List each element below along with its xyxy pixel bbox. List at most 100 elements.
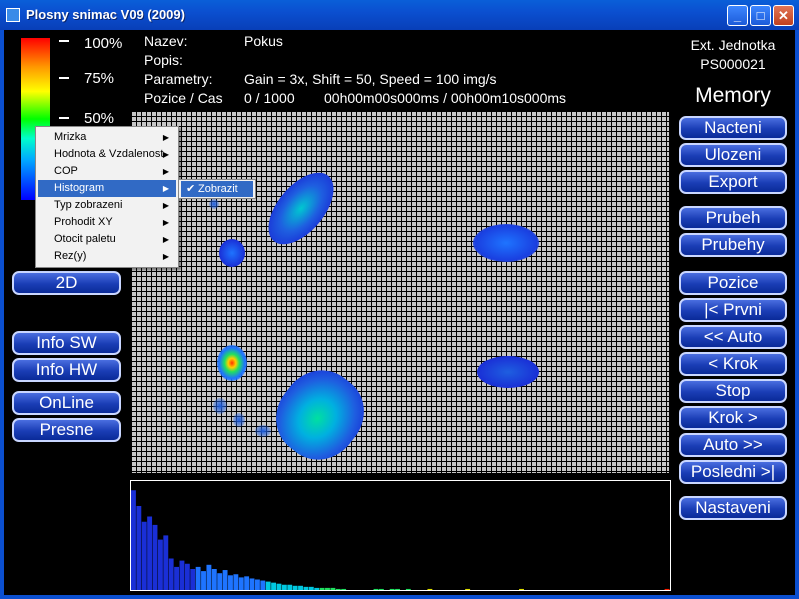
prubehy-button[interactable]: Prubehy — [679, 233, 787, 257]
menu-item-cop[interactable]: COP ▶ — [38, 163, 176, 180]
menu-item-label: Typ zobrazeni — [54, 199, 123, 211]
minimize-button[interactable]: _ — [727, 5, 748, 26]
submenu-arrow-icon: ▶ — [162, 133, 169, 142]
histogram-bar — [136, 506, 142, 590]
info-hw-button[interactable]: Info HW — [12, 358, 121, 382]
pressure-map[interactable] — [131, 111, 669, 473]
parametry-value: Gain = 3x, Shift = 50, Speed = 100 img/s — [244, 71, 497, 87]
histogram-bar — [373, 588, 379, 590]
histogram-bar — [314, 587, 320, 590]
presne-button[interactable]: Presne — [12, 418, 121, 442]
histogram-bar — [174, 566, 180, 590]
menu-item-hodnota[interactable]: Hodnota & Vzdalenost ▶ — [38, 146, 176, 163]
window-title: Plosny snimac V09 (2009) — [26, 7, 185, 22]
nazev-label: Nazev: — [144, 33, 188, 49]
histogram-bar — [190, 569, 196, 590]
palette-tick — [59, 117, 69, 119]
memory-title: Memory — [695, 84, 771, 107]
histogram-bar — [147, 516, 153, 590]
histogram-bar — [244, 576, 250, 590]
app-icon — [6, 8, 20, 22]
histogram-bar — [217, 573, 223, 590]
histogram-bar — [233, 574, 239, 590]
histogram-bar — [184, 563, 190, 590]
menu-item-otocit-paletu[interactable]: Otocit paletu ▶ — [38, 231, 176, 248]
menu-item-zobrazit[interactable]: ✔ Zobrazit — [181, 181, 253, 197]
histogram-bar — [249, 578, 255, 590]
menu-item-label: Rez(y) — [54, 250, 87, 262]
device-serial: PS000021 — [700, 56, 766, 72]
prubeh-button[interactable]: Prubeh — [679, 206, 787, 230]
nazev-value: Pokus — [244, 33, 283, 49]
histogram-bar — [168, 558, 174, 590]
menu-item-label: Histogram — [54, 182, 105, 194]
checkmark-icon: ✔ — [186, 183, 196, 195]
menu-item-label: Otocit paletu — [54, 233, 116, 245]
histogram-bar — [335, 588, 341, 590]
title-bar: Plosny snimac V09 (2009) _ □ ✕ — [0, 0, 799, 30]
menu-item-label: Prohodit XY — [54, 216, 113, 228]
histogram-panel — [130, 480, 671, 591]
histogram-bar — [206, 564, 212, 590]
pozice-value: 0 / 1000 — [244, 90, 295, 106]
menu-item-mrizka[interactable]: Mrizka ▶ — [38, 129, 176, 146]
histogram-submenu: ✔ Zobrazit — [178, 179, 256, 199]
submenu-arrow-icon: ▶ — [162, 252, 169, 261]
histogram-bar — [292, 585, 298, 590]
stop-button[interactable]: Stop — [679, 379, 787, 403]
pressure-blob — [477, 356, 539, 388]
context-menu: Mrizka ▶ Hodnota & Vzdalenost ▶ COP ▶ Histo… — [35, 126, 179, 268]
histogram-bar — [238, 577, 244, 590]
close-button[interactable]: ✕ — [773, 5, 794, 26]
maximize-button[interactable]: □ — [750, 5, 771, 26]
krok-back-button[interactable]: < Krok — [679, 352, 787, 376]
auto-back-button[interactable]: << Auto — [679, 325, 787, 349]
pozice-button[interactable]: Pozice — [679, 271, 787, 295]
device-name: Ext. Jednotka — [690, 37, 776, 53]
menu-item-prohodit-xy[interactable]: Prohodit XY ▶ — [38, 214, 176, 231]
histogram-bar — [222, 570, 228, 590]
histogram-bar — [395, 588, 400, 590]
submenu-arrow-icon: ▶ — [162, 201, 169, 210]
krok-forward-button[interactable]: Krok > — [679, 406, 787, 430]
pressure-blob — [209, 199, 219, 209]
nastaveni-button[interactable]: Nastaveni — [679, 496, 787, 520]
submenu-arrow-icon: ▶ — [162, 150, 169, 159]
palette-label-100: 100% — [84, 35, 123, 52]
histogram-bar — [163, 535, 169, 590]
histogram-bar — [271, 582, 277, 590]
export-button[interactable]: Export — [679, 170, 787, 194]
online-button[interactable]: OnLine — [12, 391, 121, 415]
histogram-bar — [265, 581, 271, 590]
submenu-arrow-icon: ▶ — [162, 184, 169, 193]
info-sw-button[interactable]: Info SW — [12, 331, 121, 355]
prvni-button[interactable]: |< Prvni — [679, 298, 787, 322]
histogram-bar — [308, 586, 314, 590]
menu-item-histogram[interactable]: Histogram ▶ — [38, 180, 176, 197]
histogram-bar — [378, 588, 384, 590]
pressure-blob — [256, 161, 346, 256]
menu-item-rez[interactable]: Rez(y) ▶ — [38, 248, 176, 265]
histogram-bar — [276, 583, 282, 590]
posledni-button[interactable]: Posledni >| — [679, 460, 787, 484]
submenu-arrow-icon: ▶ — [162, 167, 169, 176]
histogram-chart — [131, 490, 670, 590]
submenu-arrow-icon: ▶ — [162, 235, 169, 244]
menu-item-typ-zobrazeni[interactable]: Typ zobrazeni ▶ — [38, 197, 176, 214]
view-2d-button[interactable]: 2D — [12, 271, 121, 295]
ulozeni-button[interactable]: Ulozeni — [679, 143, 787, 167]
palette-label-50: 50% — [84, 110, 115, 127]
auto-forward-button[interactable]: Auto >> — [679, 433, 787, 457]
cas-value: 00h00m00s000ms / 00h00m10s000ms — [324, 90, 567, 106]
palette-label-75: 75% — [84, 70, 115, 87]
menu-item-label: Hodnota & Vzdalenost — [54, 148, 164, 160]
menu-item-label: Mrizka — [54, 131, 87, 143]
menu-item-label: Zobrazit — [198, 183, 238, 195]
pressure-blob — [255, 425, 271, 437]
histogram-bar — [228, 575, 233, 590]
histogram-bar — [465, 588, 471, 590]
menu-item-label: COP — [54, 165, 78, 177]
histogram-bar — [211, 569, 217, 590]
parametry-label: Parametry: — [144, 71, 213, 87]
nacteni-button[interactable]: Nacteni — [679, 116, 787, 140]
